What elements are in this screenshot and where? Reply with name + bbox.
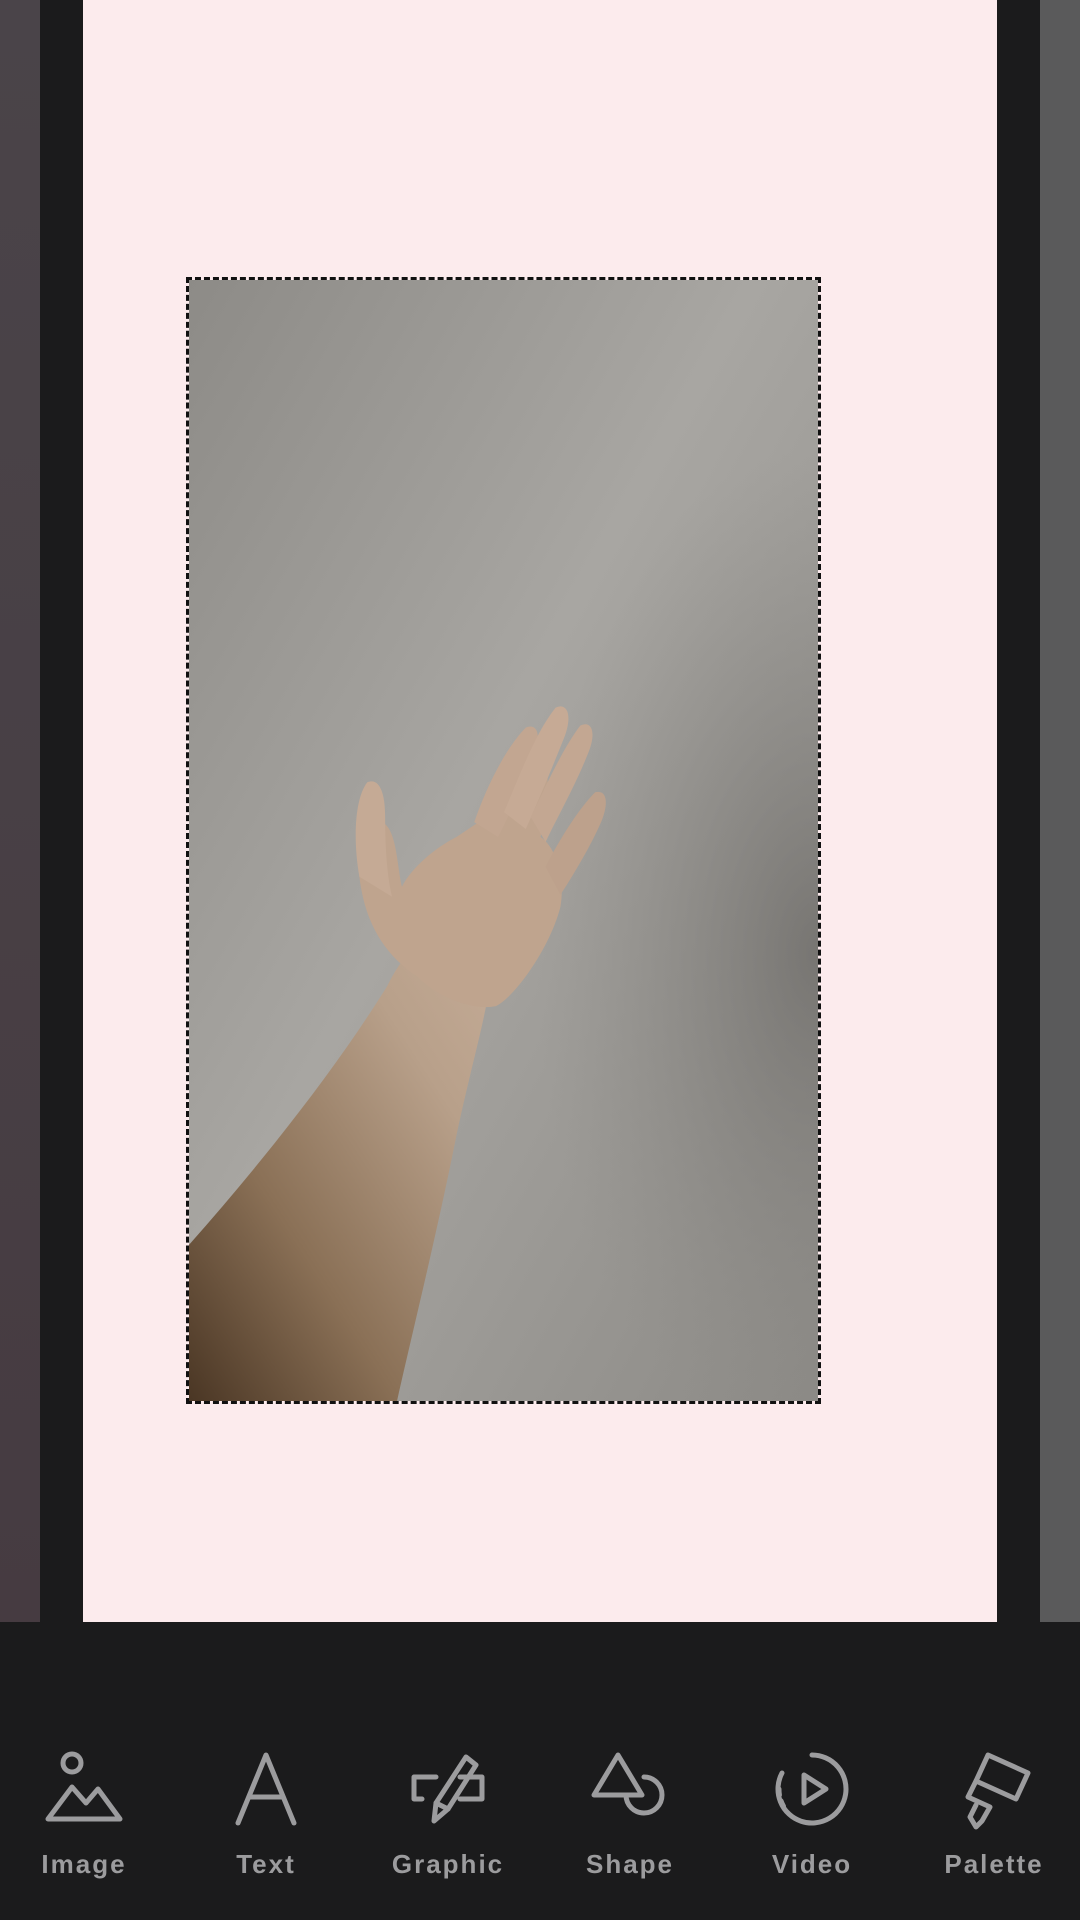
toolbar-item-graphic[interactable]: Graphic bbox=[368, 1747, 528, 1897]
selected-image-element[interactable] bbox=[186, 277, 821, 1404]
toolbar-item-image[interactable]: Image bbox=[4, 1747, 164, 1897]
next-page-preview[interactable] bbox=[1040, 0, 1080, 1622]
hand-photo bbox=[189, 280, 818, 1401]
toolbar-label: Palette bbox=[944, 1849, 1044, 1879]
toolbar-item-video[interactable]: Video bbox=[732, 1747, 892, 1897]
toolbar-label: Image bbox=[41, 1849, 127, 1879]
video-icon bbox=[770, 1747, 854, 1831]
shape-icon bbox=[588, 1747, 672, 1831]
toolbar-item-text[interactable]: Text bbox=[186, 1747, 346, 1897]
palette-icon bbox=[952, 1747, 1036, 1831]
graphic-icon bbox=[406, 1747, 490, 1831]
toolbar-label: Graphic bbox=[391, 1849, 505, 1879]
toolbar-label: Text bbox=[236, 1849, 296, 1879]
image-icon bbox=[42, 1747, 126, 1831]
toolbar-item-palette[interactable]: Palette bbox=[914, 1747, 1074, 1897]
previous-page-preview[interactable] bbox=[0, 0, 40, 1622]
canvas-page[interactable] bbox=[83, 0, 997, 1622]
text-icon bbox=[224, 1747, 308, 1831]
toolbar-label: Shape bbox=[585, 1849, 675, 1879]
toolbar-label: Video bbox=[771, 1849, 853, 1879]
toolbar-item-shape[interactable]: Shape bbox=[550, 1747, 710, 1897]
bottom-toolbar: Image Text Graphic Shape Video Palette bbox=[0, 1622, 1080, 1920]
